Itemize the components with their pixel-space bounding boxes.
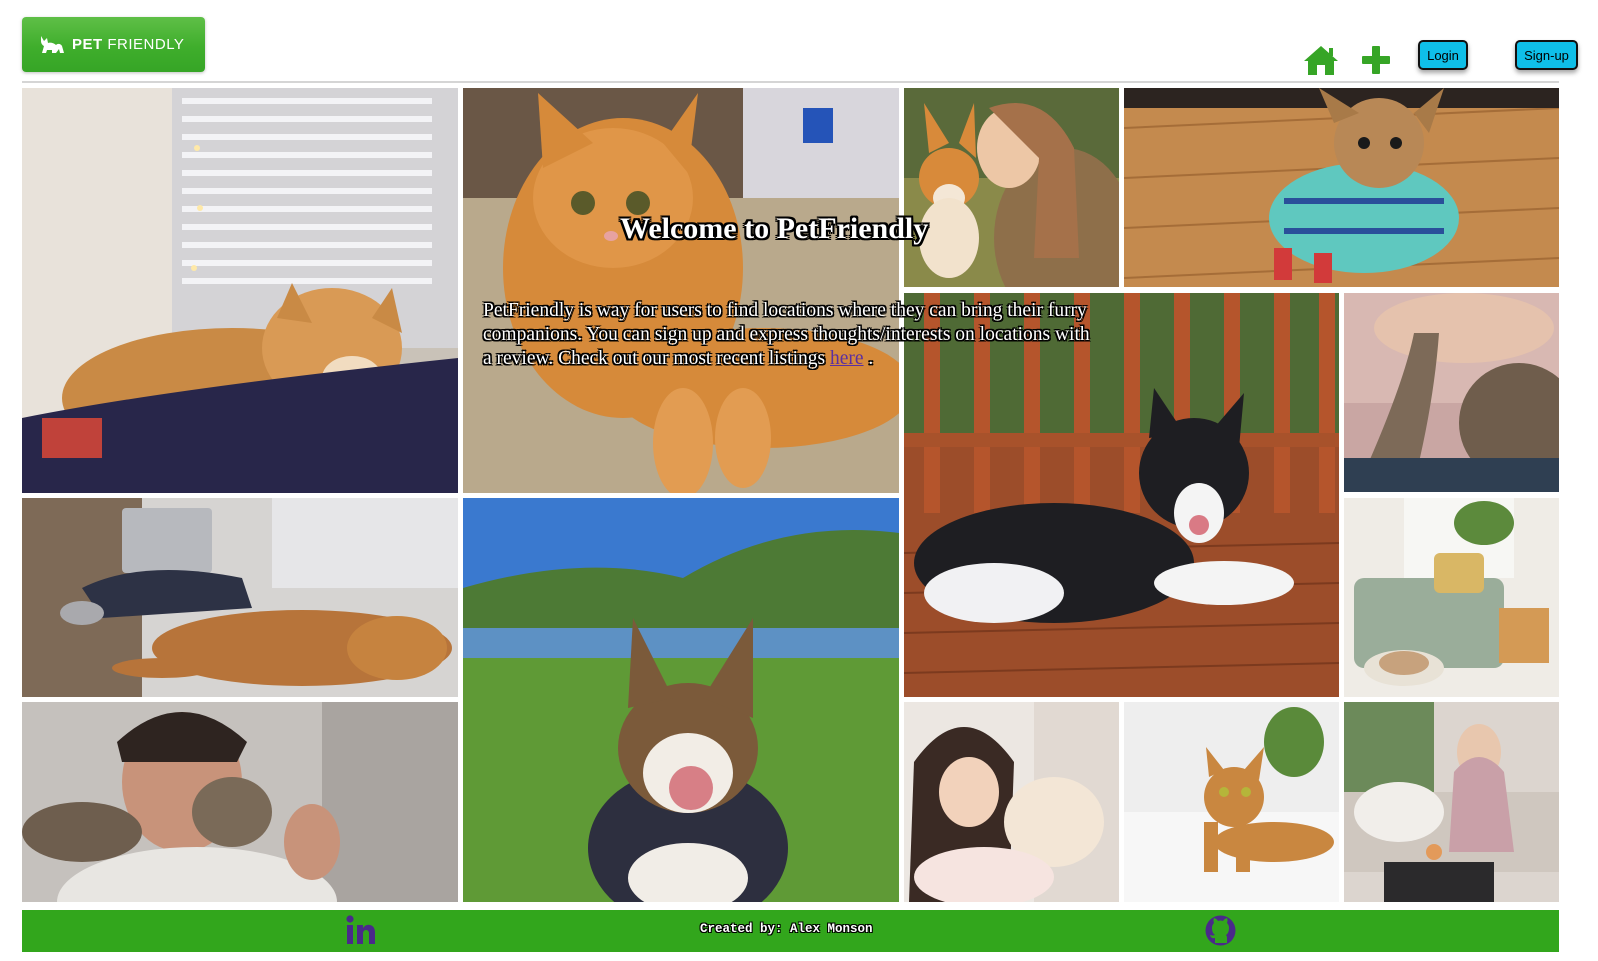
yorkie-in-sweater-photo xyxy=(1124,88,1559,287)
home-icon[interactable] xyxy=(1303,44,1339,76)
hero-intro-tail: . xyxy=(868,348,874,369)
logo-text-bold: PET xyxy=(72,36,103,53)
golden-retriever-sleeping-photo xyxy=(22,498,458,697)
login-button[interactable]: Login xyxy=(1418,40,1468,70)
corgi-and-woman-photo xyxy=(904,88,1119,287)
recent-listings-link[interactable]: here xyxy=(830,348,864,369)
footer-credit: Created by: Alex Monson xyxy=(700,922,873,936)
hand-and-cat-paw-photo xyxy=(1344,293,1559,492)
hero-intro-text: PetFriendly is way for users to find loc… xyxy=(483,300,1090,369)
plus-icon[interactable] xyxy=(1361,45,1391,75)
signup-button[interactable]: Sign-up xyxy=(1515,40,1578,70)
woman-on-sofa-with-dog-photo xyxy=(1344,702,1559,902)
woman-with-shar-pei-puppy-photo xyxy=(904,702,1119,902)
man-with-tabby-cat-photo xyxy=(22,702,458,902)
cozy-living-room-with-dog-photo xyxy=(1344,498,1559,697)
hero-title: Welcome to PetFriendly xyxy=(620,212,929,245)
hero-intro: PetFriendly is way for users to find loc… xyxy=(483,299,1103,371)
orange-cat-on-carpet-photo xyxy=(463,88,899,493)
cat-silhouette-icon xyxy=(41,35,64,53)
logo-text-light: FRIENDLY xyxy=(107,36,185,53)
logo[interactable]: PET FRIENDLY xyxy=(22,17,205,72)
logo-text: PET FRIENDLY xyxy=(72,36,184,53)
header-divider xyxy=(22,81,1559,83)
bengal-cat-on-bed-photo xyxy=(1124,702,1339,902)
corgi-by-lake-photo xyxy=(463,498,899,902)
linkedin-icon[interactable] xyxy=(345,915,377,945)
github-icon[interactable] xyxy=(1204,914,1237,947)
shiba-inu-on-bed-photo xyxy=(22,88,458,493)
